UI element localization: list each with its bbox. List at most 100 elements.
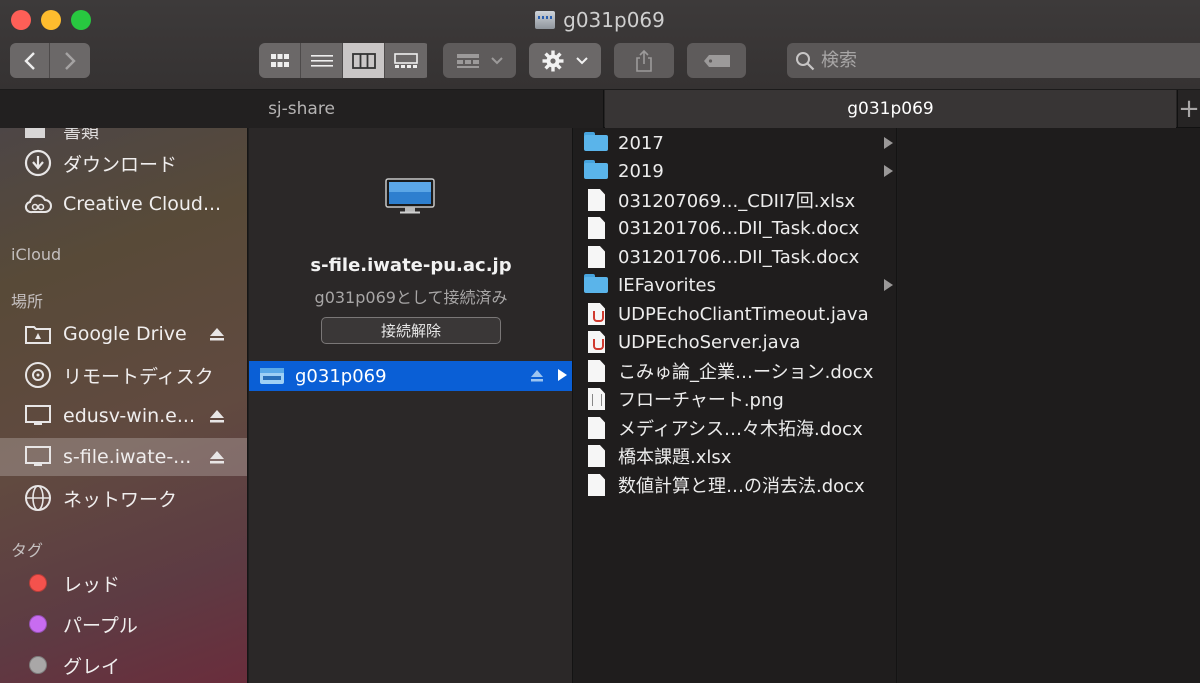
- tab-bar: sj-share g031p069 +: [0, 90, 1200, 128]
- sidebar-item-remote-disc[interactable]: リモートディスク: [0, 356, 247, 394]
- tag-icon: [703, 54, 730, 67]
- file-name: フローチャート.png: [618, 390, 784, 411]
- tab-sj-share[interactable]: sj-share: [0, 90, 604, 128]
- network-share-icon: [260, 368, 284, 384]
- chevron-left-icon: [23, 51, 35, 70]
- sidebar-tag-purple[interactable]: パープル: [0, 605, 247, 643]
- file-row[interactable]: 数値計算と理…の消去法.docx: [574, 471, 897, 499]
- eject-icon[interactable]: [208, 448, 226, 466]
- sidebar-item-google-drive[interactable]: Google Drive: [0, 315, 247, 353]
- sidebar-item-label: Google Drive: [63, 323, 187, 345]
- new-tab-button[interactable]: +: [1177, 90, 1200, 128]
- column-view-button[interactable]: [343, 43, 385, 78]
- file-row[interactable]: 2017: [574, 129, 897, 157]
- server-column: s-file.iwate-pu.ac.jp g031p069として接続済み 接続…: [249, 128, 573, 683]
- sidebar-section-tags: タグ: [11, 541, 44, 560]
- tag-dot-container: [24, 610, 52, 638]
- file-row[interactable]: こみゅ論_企業…ーション.docx: [574, 357, 897, 385]
- sidebar-item-network[interactable]: ネットワーク: [0, 479, 247, 517]
- file-name: 031201706...DII_Task.docx: [618, 217, 860, 239]
- forward-button[interactable]: [50, 43, 90, 78]
- file-row[interactable]: 031201706...DII_Task.docx: [574, 243, 897, 271]
- window-title-text: g031p069: [563, 8, 665, 32]
- document-icon: [584, 189, 608, 211]
- file-name: 2017: [618, 132, 664, 154]
- file-name: 031201706...DII_Task.docx: [618, 246, 860, 268]
- file-list-column: 2017 2019 031207069..._CDII7回.xlsx 03120…: [574, 128, 897, 683]
- file-name: 数値計算と理…の消去法.docx: [618, 476, 865, 497]
- disclosure-arrow-icon: [558, 369, 567, 381]
- sidebar-item-label: グレイ: [63, 655, 121, 678]
- grid-icon: [270, 53, 289, 67]
- disclosure-arrow-icon: [884, 165, 893, 177]
- back-button[interactable]: [10, 43, 50, 78]
- file-row[interactable]: IEFavorites: [574, 271, 897, 299]
- disconnect-button[interactable]: 接続解除: [321, 317, 501, 344]
- server-share-icon: [535, 11, 556, 29]
- file-row[interactable]: メディアシス…々木拓海.docx: [574, 414, 897, 442]
- sidebar-item-label: パープル: [63, 614, 138, 637]
- file-row[interactable]: UDPEchoCliantTimeout.java: [574, 300, 897, 328]
- action-menu-button[interactable]: [529, 43, 601, 78]
- disclosure-arrow-icon: [884, 279, 893, 291]
- tab-g031p069[interactable]: g031p069: [605, 90, 1176, 128]
- document-icon: [584, 474, 608, 496]
- file-name: UDPEchoCliantTimeout.java: [618, 303, 869, 325]
- document-icon: [584, 417, 608, 439]
- sidebar-item-label: ネットワーク: [63, 488, 178, 511]
- network-globe-icon: [24, 484, 52, 512]
- gallery-icon: [394, 52, 418, 68]
- columns-icon: [351, 52, 376, 69]
- gear-icon: [542, 50, 564, 71]
- creative-cloud-icon: [24, 190, 52, 218]
- file-row[interactable]: フローチャート.png: [574, 385, 897, 413]
- search-field[interactable]: [787, 43, 1200, 78]
- view-mode-control: [259, 43, 430, 78]
- folder-icon: [584, 160, 608, 182]
- sidebar-item-label: レッド: [63, 573, 121, 596]
- sidebar-partial-item[interactable]: 書類: [25, 128, 99, 144]
- edit-tags-button[interactable]: [687, 43, 746, 78]
- folder-icon: [584, 132, 608, 154]
- sidebar-tag-gray[interactable]: グレイ: [0, 646, 247, 683]
- red-dot-icon: [29, 574, 47, 592]
- file-name: 2019: [618, 160, 664, 182]
- file-name: 橋本課題.xlsx: [618, 447, 732, 468]
- sidebar-item-label: Creative Cloud...: [63, 193, 222, 215]
- nav-buttons: [10, 43, 90, 78]
- gallery-view-button[interactable]: [385, 43, 427, 78]
- share-icon: [636, 49, 652, 72]
- search-input[interactable]: [821, 50, 1161, 71]
- server-name: s-file.iwate-pu.ac.jp: [310, 255, 512, 276]
- tag-dot-container: [24, 569, 52, 597]
- file-name: IEFavorites: [618, 274, 716, 296]
- list-view-button[interactable]: [301, 43, 343, 78]
- list-icon: [310, 54, 333, 67]
- eject-icon[interactable]: [208, 407, 226, 425]
- file-row[interactable]: 031201706...DII_Task.docx: [574, 214, 897, 242]
- icon-view-button[interactable]: [259, 43, 301, 78]
- sidebar-item-edusv-win[interactable]: edusv-win.e...: [0, 397, 247, 435]
- sidebar-item-creative-cloud[interactable]: Creative Cloud...: [0, 185, 247, 223]
- download-icon: [24, 149, 52, 177]
- sidebar-tag-red[interactable]: レッド: [0, 564, 247, 602]
- file-row[interactable]: 2019: [574, 157, 897, 185]
- window-toolbar: g031p069: [0, 0, 1200, 90]
- document-icon: [584, 246, 608, 268]
- file-row[interactable]: UDPEchoServer.java: [574, 328, 897, 356]
- tag-dot-container: [24, 651, 52, 679]
- group-by-button[interactable]: [443, 43, 516, 78]
- sidebar-item-s-file[interactable]: s-file.iwate-...: [0, 438, 247, 476]
- file-name: UDPEchoServer.java: [618, 331, 801, 353]
- eject-icon[interactable]: [208, 325, 226, 343]
- file-row[interactable]: 031207069..._CDII7回.xlsx: [574, 186, 897, 214]
- file-name: 031207069..._CDII7回.xlsx: [618, 191, 856, 212]
- eject-icon[interactable]: [530, 369, 544, 383]
- file-name: こみゅ論_企業…ーション.docx: [618, 362, 874, 383]
- file-row[interactable]: 橋本課題.xlsx: [574, 442, 897, 470]
- shared-volume-label: g031p069: [295, 365, 387, 387]
- sidebar-item-downloads[interactable]: ダウンロード: [0, 144, 247, 182]
- shared-volume-row[interactable]: g031p069: [249, 361, 572, 391]
- share-button[interactable]: [614, 43, 674, 78]
- monitor-icon: [24, 443, 52, 471]
